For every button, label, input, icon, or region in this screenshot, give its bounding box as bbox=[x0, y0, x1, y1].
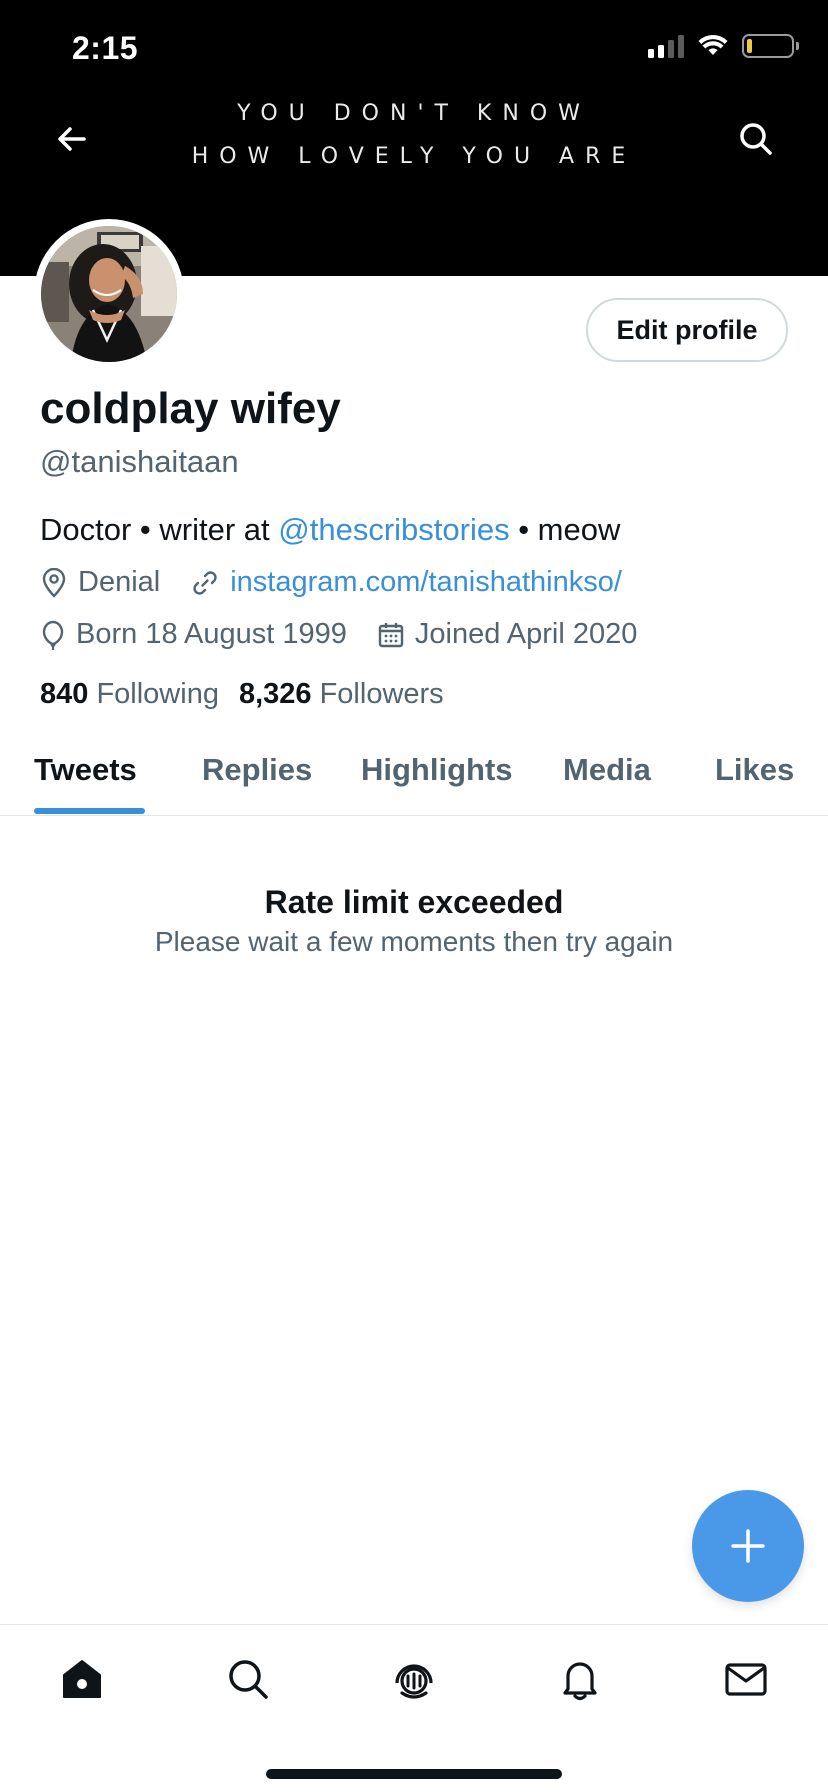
followers-label: Followers bbox=[319, 678, 444, 710]
birthday-item: Born 18 August 1999 bbox=[40, 618, 347, 651]
location-pin-icon bbox=[42, 567, 66, 598]
joined-item: Joined April 2020 bbox=[377, 618, 638, 651]
balloon-icon bbox=[42, 620, 64, 650]
profile-tabs: Tweets Replies Highlights Media Likes bbox=[0, 740, 828, 816]
active-tab-indicator bbox=[34, 808, 145, 814]
status-time: 2:15 bbox=[72, 30, 139, 66]
search-icon bbox=[740, 123, 772, 155]
avatar-photo bbox=[41, 226, 177, 362]
battery-level bbox=[747, 39, 752, 53]
back-button[interactable] bbox=[52, 119, 92, 159]
plus-icon bbox=[731, 1529, 765, 1563]
followers-count: 8,326 bbox=[238, 678, 312, 710]
nav-messages[interactable] bbox=[722, 1655, 770, 1703]
profile-meta-row-2: Born 18 August 1999 Joined April 2020 bbox=[40, 618, 667, 651]
search-button[interactable] bbox=[736, 119, 776, 159]
born-text: Born 18 August 1999 bbox=[76, 618, 347, 650]
tab-likes[interactable]: Likes bbox=[715, 752, 794, 788]
envelope-icon bbox=[725, 1663, 767, 1696]
banner-text-line2: HOW LOVELY YOU ARE bbox=[191, 144, 637, 169]
nav-search[interactable] bbox=[224, 1655, 272, 1703]
bio-mention-link[interactable]: @thescribstories bbox=[278, 512, 509, 547]
banner-text-line1: YOU DON'T KNOW bbox=[237, 101, 591, 126]
bio: Doctor • writer at @thescribstories • me… bbox=[40, 512, 620, 548]
wifi-icon bbox=[698, 34, 728, 55]
home-icon bbox=[63, 1660, 101, 1698]
bio-text-prefix: Doctor • writer at bbox=[40, 512, 279, 547]
bottom-nav bbox=[0, 1624, 828, 1792]
user-handle: @tanishaitaan bbox=[40, 444, 239, 479]
search-icon bbox=[229, 1660, 268, 1699]
edit-profile-button[interactable]: Edit profile bbox=[586, 298, 788, 362]
follow-stats: 840 Following 8,326 Followers bbox=[40, 678, 444, 711]
profile-meta-row: Denial instagram.com/tanishathinkso/ bbox=[40, 566, 652, 599]
error-title: Rate limit exceeded bbox=[264, 884, 564, 920]
avatar[interactable] bbox=[34, 219, 184, 369]
status-icons bbox=[648, 34, 799, 58]
joined-text: Joined April 2020 bbox=[414, 618, 638, 650]
following-stat[interactable]: 840 Following bbox=[40, 678, 219, 711]
calendar-icon bbox=[378, 622, 404, 647]
following-label: Following bbox=[96, 678, 219, 710]
website-link[interactable]: instagram.com/tanishathinkso/ bbox=[230, 566, 622, 599]
cellular-signal-icon bbox=[648, 34, 684, 58]
link-icon bbox=[193, 570, 217, 595]
following-count: 840 bbox=[40, 678, 89, 710]
bio-text-suffix: • meow bbox=[509, 512, 621, 547]
compose-tweet-button[interactable] bbox=[692, 1490, 804, 1602]
website-item[interactable]: instagram.com/tanishathinkso/ bbox=[190, 566, 622, 599]
location-item: Denial bbox=[40, 566, 160, 599]
home-indicator bbox=[266, 1769, 562, 1779]
followers-stat[interactable]: 8,326 Followers bbox=[239, 678, 444, 711]
nav-home[interactable] bbox=[58, 1655, 106, 1703]
nav-spaces[interactable] bbox=[390, 1655, 438, 1703]
tab-highlights[interactable]: Highlights bbox=[361, 752, 513, 788]
tab-media[interactable]: Media bbox=[563, 752, 651, 788]
battery-icon bbox=[742, 34, 799, 58]
nav-notifications[interactable] bbox=[556, 1655, 604, 1703]
tab-replies[interactable]: Replies bbox=[202, 752, 312, 788]
back-arrow-icon bbox=[58, 127, 86, 151]
error-subtitle: Please wait a few moments then try again bbox=[154, 926, 674, 957]
spaces-icon bbox=[395, 1664, 433, 1699]
location-text: Denial bbox=[78, 566, 161, 598]
display-name: coldplay wifey bbox=[40, 384, 341, 433]
bell-icon bbox=[563, 1662, 597, 1701]
tab-tweets[interactable]: Tweets bbox=[34, 752, 137, 788]
